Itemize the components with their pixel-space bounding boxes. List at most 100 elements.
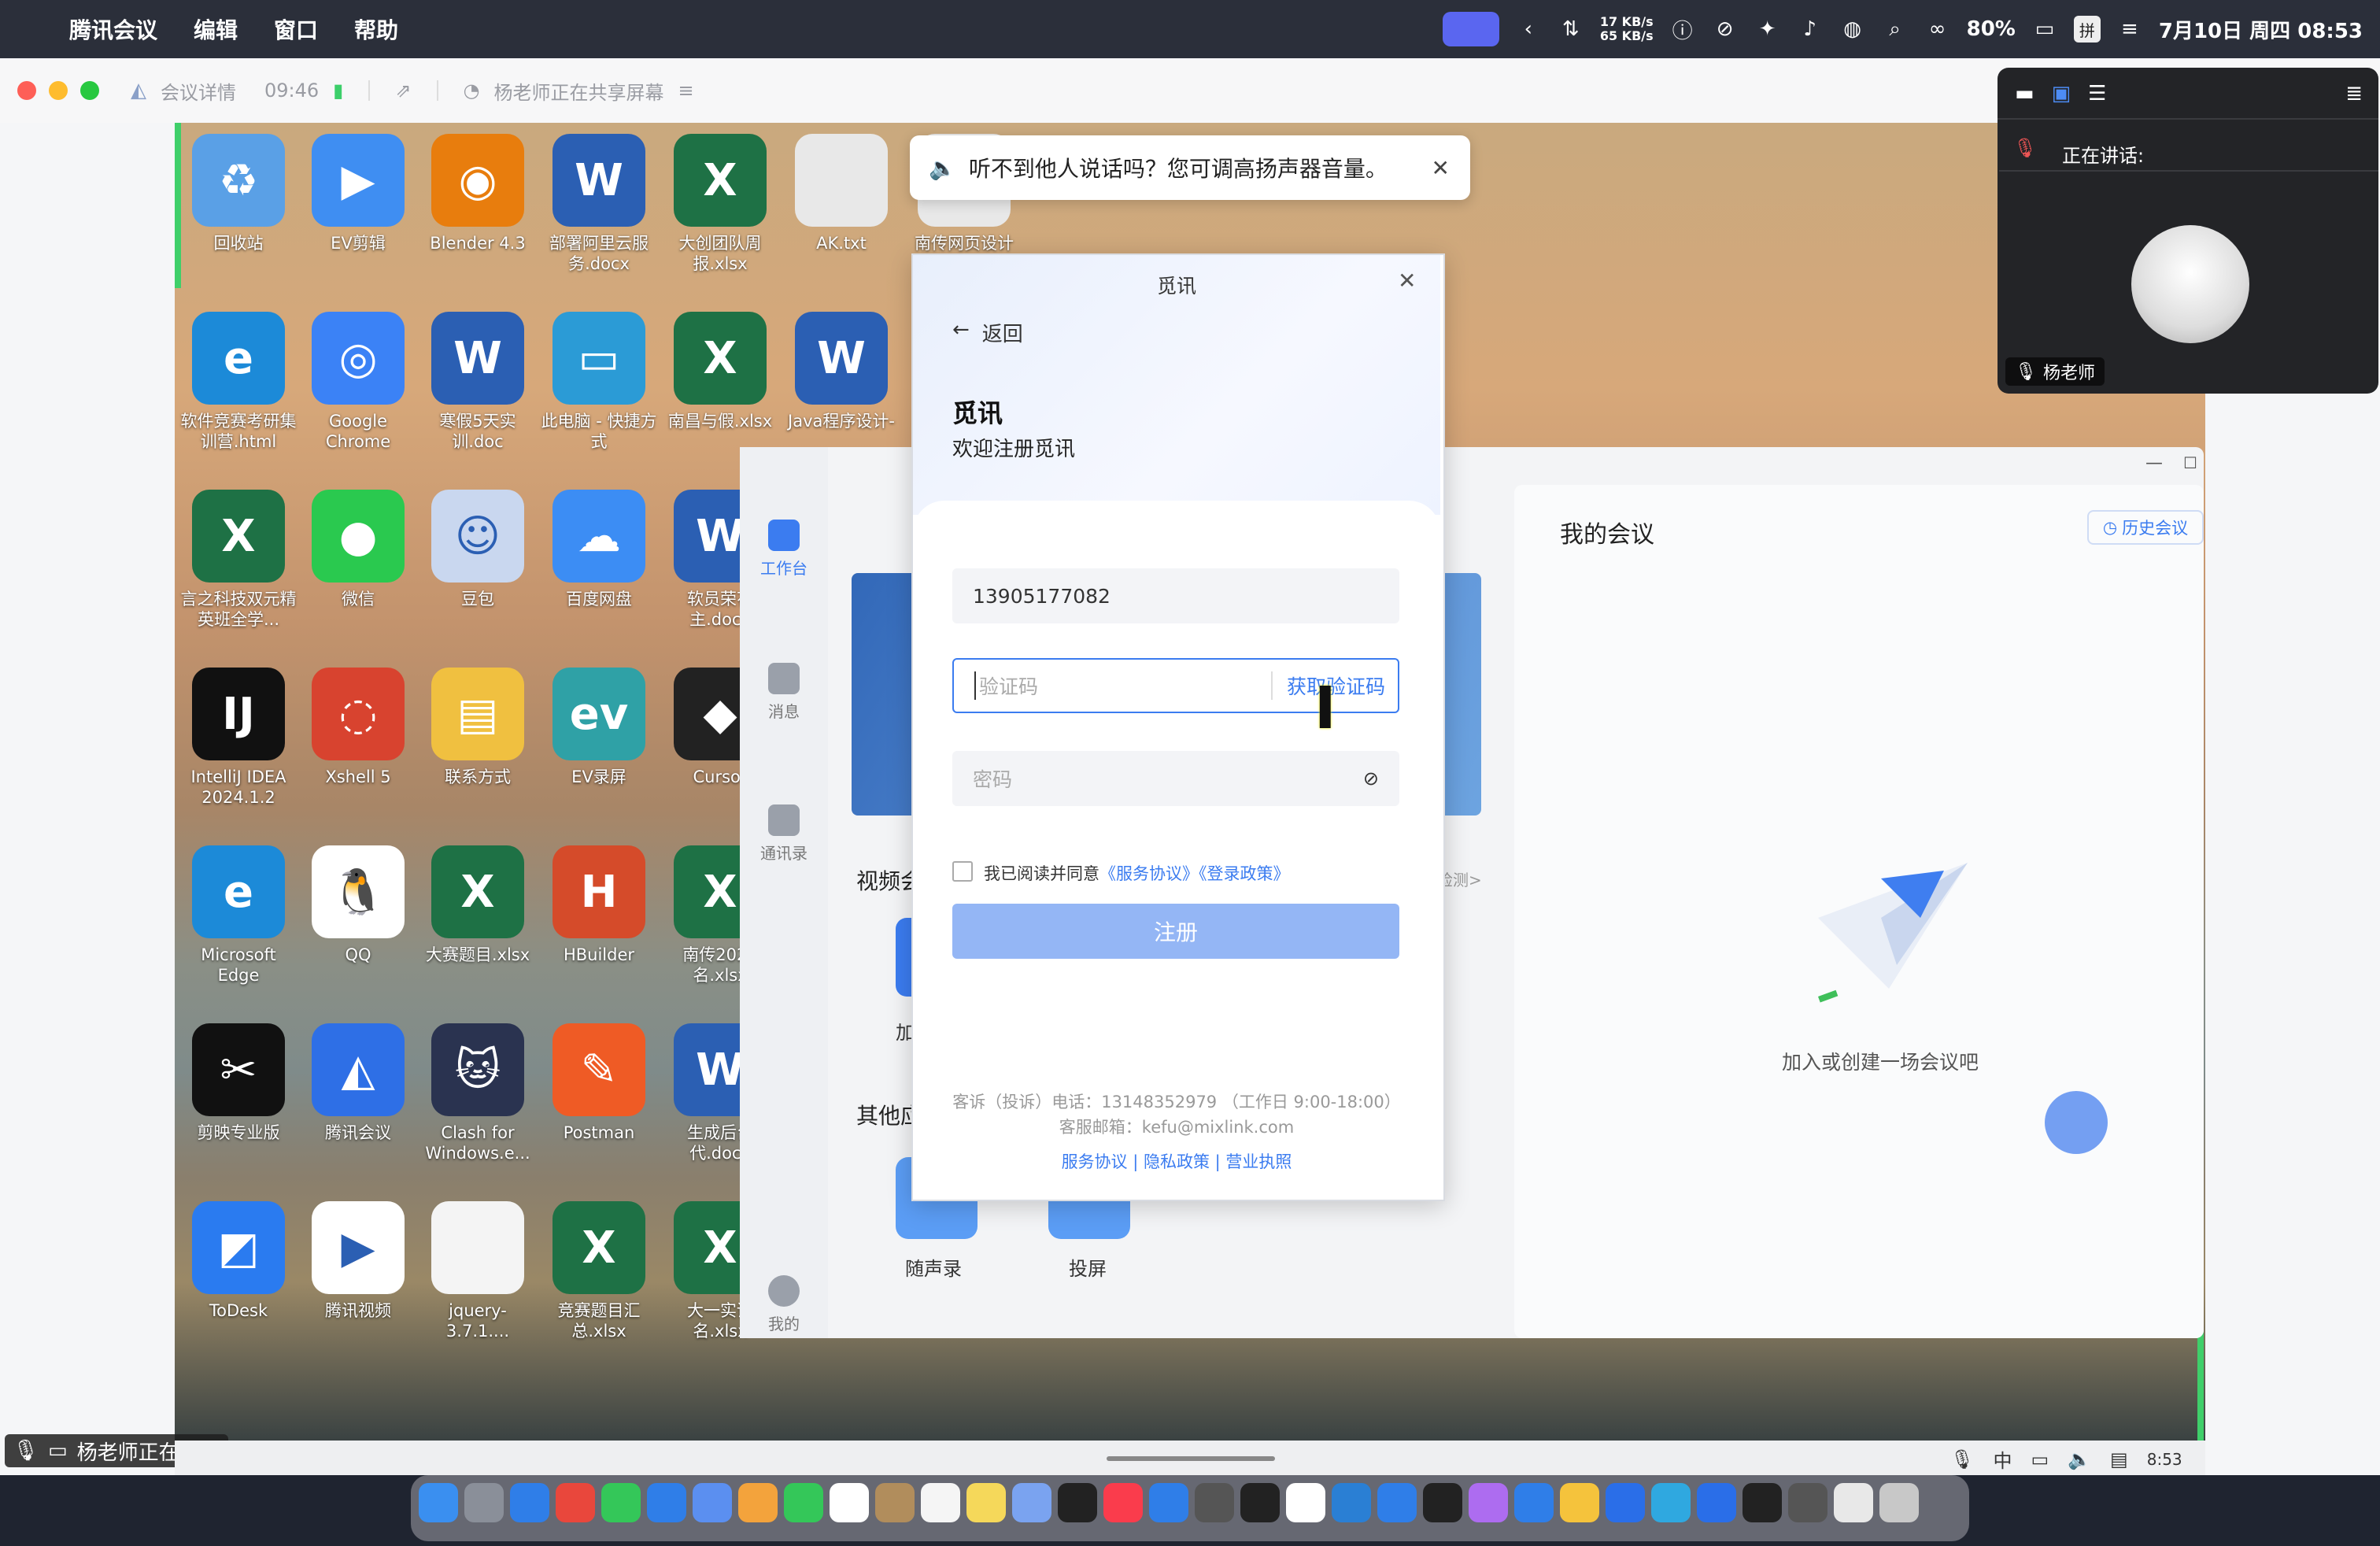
toast-close-icon[interactable]: ✕ <box>1432 155 1450 181</box>
dock-app-icon[interactable] <box>966 1483 1006 1522</box>
desktop-icon[interactable]: AK.txt <box>782 134 900 253</box>
floating-assistant-button[interactable] <box>2045 1091 2108 1154</box>
dock-app-icon[interactable] <box>1423 1483 1462 1522</box>
desktop-icon[interactable]: ▶ 腾讯视频 <box>299 1201 417 1321</box>
dialog-close-icon[interactable]: ✕ <box>1398 268 1416 294</box>
desktop-icon[interactable]: ● 微信 <box>299 490 417 609</box>
desktop-icon[interactable]: X 竞赛题目汇总.xlsx <box>540 1201 658 1341</box>
gallery-view-icon[interactable]: ▣ <box>2052 82 2071 105</box>
tray-mic-icon[interactable]: 🎙 <box>1950 1448 1974 1470</box>
no-disturb-icon[interactable]: ⊘ <box>1712 16 1739 43</box>
desktop-icon[interactable]: ☺ 豆包 <box>419 490 537 609</box>
desktop-icon[interactable]: e Microsoft Edge <box>179 845 298 986</box>
back-button[interactable]: ← 返回 <box>952 318 1023 347</box>
dock-app-icon[interactable] <box>921 1483 960 1522</box>
desktop-icon[interactable]: ▶ EV剪辑 <box>299 134 417 253</box>
desktop-icon[interactable]: ◩ ToDesk <box>179 1201 298 1321</box>
menu-edit[interactable]: 编辑 <box>194 13 238 45</box>
dock-app-icon[interactable] <box>784 1483 823 1522</box>
dock-app-icon[interactable] <box>1240 1483 1280 1522</box>
list-icon[interactable]: ≡ <box>678 80 693 102</box>
close-window-button[interactable] <box>17 81 36 100</box>
search-icon[interactable]: ⌕ <box>1882 16 1909 43</box>
desktop-icon[interactable]: ☁ 百度网盘 <box>540 490 658 609</box>
desktop-icon[interactable]: ✂ 剪映专业版 <box>179 1023 298 1143</box>
menu-window[interactable]: 窗口 <box>274 13 318 45</box>
desktop-icon[interactable]: IJ IntelliJ IDEA 2024.1.2 <box>179 668 298 808</box>
desktop-icon[interactable]: ✎ Postman <box>540 1023 658 1143</box>
meeting-details-button[interactable]: 会议详情 <box>161 77 236 105</box>
dock-app-icon[interactable] <box>647 1483 686 1522</box>
menu-app-name[interactable]: 腾讯会议 <box>69 13 157 45</box>
history-meetings-button[interactable]: ◷ 历史会议 <box>2087 510 2204 545</box>
desktop-icon[interactable]: ◎ Google Chrome <box>299 312 417 452</box>
dock-app-icon[interactable] <box>1469 1483 1508 1522</box>
agree-checkbox[interactable] <box>952 861 973 882</box>
side-me[interactable]: 我的 <box>740 1275 828 1334</box>
desktop-icon[interactable]: e 软件竞赛考研集训营.html <box>179 312 298 452</box>
desktop-icon[interactable]: W 部署阿里云服务.docx <box>540 134 658 274</box>
dock-app-icon[interactable] <box>464 1483 504 1522</box>
dock-app-icon[interactable] <box>419 1483 458 1522</box>
dock-app-icon[interactable] <box>556 1483 595 1522</box>
dock-app-icon[interactable] <box>1012 1483 1051 1522</box>
desktop-icon[interactable]: ◌ Xshell 5 <box>299 668 417 787</box>
dock-app-icon[interactable] <box>1651 1483 1691 1522</box>
dock-app-icon[interactable] <box>1743 1483 1782 1522</box>
dock-app-icon[interactable] <box>693 1483 732 1522</box>
minimize-window-button[interactable] <box>49 81 68 100</box>
desktop-icon[interactable]: 🐱 Clash for Windows.e... <box>419 1023 537 1163</box>
dock-app-icon[interactable] <box>1377 1483 1417 1522</box>
control-center-icon[interactable]: ≡ <box>2116 16 2143 43</box>
panel-menu-icon[interactable]: ≣ <box>2345 82 2363 105</box>
speaker-avatar[interactable] <box>2131 225 2249 343</box>
desktop-icon[interactable]: X 言之科技双元精英班全学... <box>179 490 298 630</box>
desktop-icon[interactable]: ▭ 此电脑 - 快捷方式 <box>540 312 658 452</box>
dock-app-icon[interactable] <box>1286 1483 1325 1522</box>
desktop-icon[interactable]: ◉ Blender 4.3 <box>419 134 537 253</box>
desktop-icon[interactable]: H HBuilder <box>540 845 658 965</box>
tray-volume-icon[interactable]: 🔈 <box>2068 1448 2091 1470</box>
register-button[interactable]: 注册 <box>952 904 1399 959</box>
zoom-window-button[interactable] <box>80 81 99 100</box>
dock-app-icon[interactable] <box>875 1483 915 1522</box>
tray-lang[interactable]: 中 <box>1993 1445 2012 1473</box>
side-contacts[interactable]: 通讯录 <box>740 804 828 864</box>
dock-app-icon[interactable] <box>1788 1483 1828 1522</box>
desktop-icon[interactable]: W 寒假5天实训.doc <box>419 312 537 452</box>
list-view-icon[interactable]: ☰ <box>2088 82 2106 105</box>
desktop-icon[interactable]: X 南昌与假.xlsx <box>661 312 779 431</box>
desktop-icon[interactable]: W Java程序设计- <box>782 312 900 431</box>
dock-app-icon[interactable] <box>1332 1483 1371 1522</box>
battery-icon[interactable]: ▭ <box>2031 16 2058 43</box>
date-time[interactable]: 7月10日 周四 08:53 <box>2159 15 2363 44</box>
screen-share-status-icon[interactable] <box>1442 12 1499 46</box>
desktop-icon[interactable]: ♻ 回收站 <box>179 134 298 253</box>
dock-app-icon[interactable] <box>830 1483 869 1522</box>
service-agreement-link[interactable]: 《服务协议》 <box>1099 864 1199 883</box>
transfer-arrows-icon[interactable]: ⇅ <box>1558 16 1584 43</box>
dock-app-icon[interactable] <box>1697 1483 1736 1522</box>
desktop-icon[interactable]: jquery-3.7.1.... <box>419 1201 537 1341</box>
dock-app-icon[interactable] <box>1103 1483 1143 1522</box>
cat-icon[interactable]: ✦ <box>1754 16 1781 43</box>
qq-tray-icon[interactable]: ◍ <box>1839 16 1866 43</box>
desktop-icon[interactable]: 🐧 QQ <box>299 845 417 965</box>
desktop-icon[interactable]: ▤ 联系方式 <box>419 668 537 787</box>
dock-app-icon[interactable] <box>1058 1483 1097 1522</box>
minimize-panel-icon[interactable]: ▬ <box>2015 82 2034 105</box>
password-input[interactable]: 密码 ⊘ <box>952 751 1399 806</box>
eye-off-icon[interactable]: ⊘ <box>1363 767 1379 790</box>
dock-app-icon[interactable] <box>1560 1483 1599 1522</box>
dock-app-icon[interactable] <box>1606 1483 1645 1522</box>
app-minimize-icon[interactable]: — <box>2145 453 2163 473</box>
chevron-left-icon[interactable]: ‹ <box>1515 16 1542 43</box>
desktop-icon[interactable]: X 大创团队周报.xlsx <box>661 134 779 274</box>
link-icon[interactable]: ∞ <box>1924 16 1951 43</box>
login-policy-link[interactable]: 《登录政策》 <box>1199 864 1290 883</box>
dock-app-icon[interactable] <box>738 1483 778 1522</box>
footer-links[interactable]: 服务协议 | 隐私政策 | 营业执照 <box>913 1149 1440 1173</box>
desktop-icon[interactable]: ◭ 腾讯会议 <box>299 1023 417 1143</box>
menu-help[interactable]: 帮助 <box>354 13 398 45</box>
dock-app-icon[interactable] <box>601 1483 641 1522</box>
